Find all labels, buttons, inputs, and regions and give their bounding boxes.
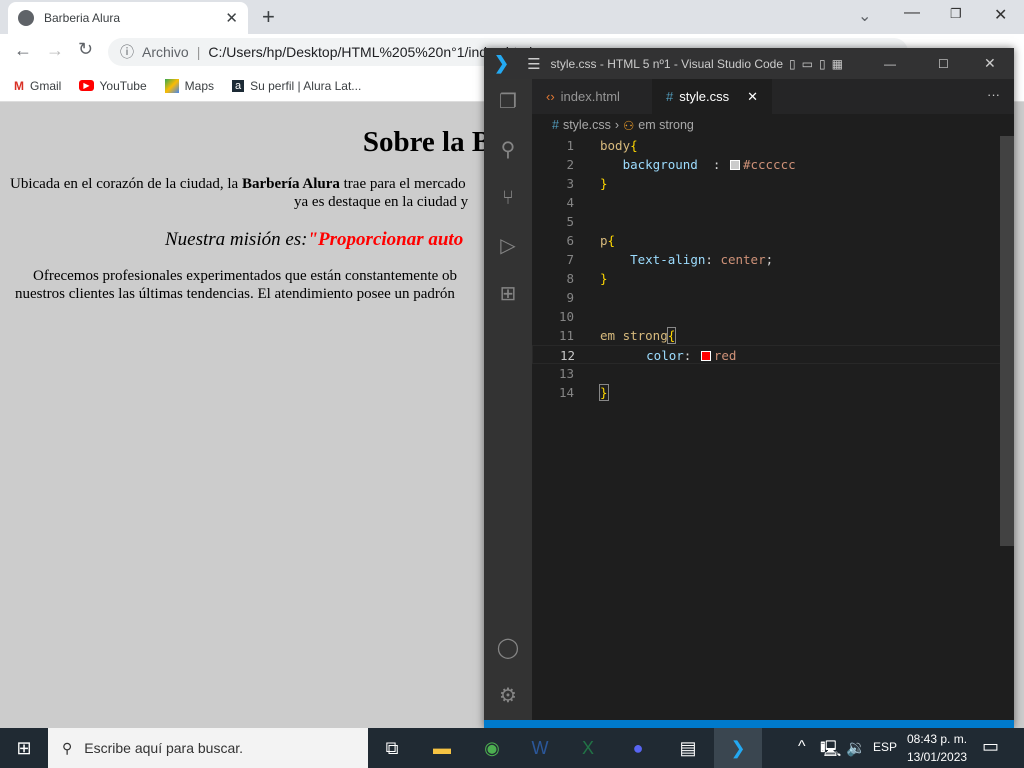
- close-window-button[interactable]: ✕: [994, 5, 1007, 25]
- chrome-icon[interactable]: ◉: [470, 728, 514, 768]
- text: trae para el mercado: [339, 176, 466, 192]
- word-icon[interactable]: W: [518, 728, 562, 768]
- scrollbar[interactable]: [1000, 136, 1014, 546]
- layout-icons[interactable]: ▯▭▯▦: [789, 57, 849, 71]
- text: Nuestra misión es:: [165, 229, 308, 250]
- maps-icon: [164, 78, 179, 93]
- close-button[interactable]: ✕: [984, 55, 996, 72]
- network-icon[interactable]: 🖳: [820, 738, 841, 765]
- breadcrumb: # style.css › ⚇ em strong: [532, 114, 1014, 136]
- tab-label: style.css: [679, 89, 730, 104]
- minimize-button[interactable]: —: [904, 4, 920, 22]
- minimize-button[interactable]: —: [884, 57, 896, 71]
- tab-title: Barberia Alura: [44, 11, 121, 25]
- youtube-icon: ▶: [79, 80, 94, 91]
- tab-label: index.html: [560, 89, 620, 104]
- html-file-icon: ‹›: [546, 89, 555, 104]
- text: Ofrecemos profesionales experimentados q…: [33, 268, 458, 284]
- tab-style-css[interactable]: # style.css ✕: [652, 79, 772, 114]
- more-actions-icon[interactable]: ···: [987, 87, 1000, 102]
- reload-icon[interactable]: ↻: [78, 39, 93, 60]
- close-tab-icon[interactable]: ✕: [747, 89, 758, 105]
- language-indicator[interactable]: ESP: [873, 740, 897, 754]
- file-explorer-icon[interactable]: ▬: [420, 728, 464, 768]
- search-icon: ⚲: [62, 739, 73, 756]
- text: nuestros clientes las últimas tendencias…: [15, 286, 455, 302]
- tray-chevron-icon[interactable]: ^: [798, 738, 806, 756]
- editor-tabs: ‹› index.html # style.css ✕ ···: [532, 79, 1014, 114]
- excel-icon[interactable]: X: [566, 728, 610, 768]
- globe-icon: [18, 10, 34, 26]
- cash-register-icon[interactable]: ▤: [666, 728, 710, 768]
- status-bar: [484, 720, 1014, 728]
- mission-text: "Proporcionar auto: [307, 229, 464, 250]
- windows-start-icon[interactable]: ⊞: [2, 728, 46, 768]
- bookmark-gmail[interactable]: M Gmail: [14, 79, 61, 93]
- address-prefix: Archivo: [142, 44, 189, 60]
- browser-tab[interactable]: Barberia Alura ✕: [8, 2, 248, 34]
- divider: |: [196, 44, 201, 60]
- vscode-logo-icon: ❯: [494, 53, 510, 73]
- forward-icon[interactable]: →: [46, 40, 64, 61]
- search-placeholder: Escribe aquí para buscar.: [84, 740, 244, 756]
- bookmark-label: YouTube: [99, 78, 147, 93]
- back-icon[interactable]: ←: [14, 40, 32, 61]
- bookmark-label: Gmail: [30, 78, 62, 93]
- breadcrumb-file[interactable]: style.css: [563, 118, 611, 132]
- breadcrumb-symbol[interactable]: em strong: [638, 118, 694, 132]
- menu-icon[interactable]: ☰: [527, 55, 540, 73]
- taskbar: ⊞ ⚲ Escribe aquí para buscar. ⧉ ▬ ◉ W X ●…: [0, 728, 1024, 768]
- code-editor[interactable]: 1 body{ 2 background : #cccccc 3} 4 5 6 p{…: [532, 136, 1014, 402]
- extensions-icon[interactable]: ⊞: [496, 282, 520, 306]
- settings-gear-icon[interactable]: ⚙: [496, 684, 520, 708]
- run-debug-icon[interactable]: ▷: [496, 234, 520, 258]
- maximize-button[interactable]: ❐: [950, 6, 962, 22]
- gmail-icon: M: [14, 78, 24, 93]
- brand-name: Barbería Alura: [241, 176, 340, 192]
- activity-bar: ❐ ⚲ ⑂ ▷ ⊞ ◯ ⚙: [484, 79, 532, 720]
- search-icon[interactable]: ⚲: [496, 138, 520, 162]
- tab-search-icon[interactable]: ⌄: [858, 6, 871, 26]
- tab-index-html[interactable]: ‹› index.html: [532, 79, 652, 114]
- discord-icon[interactable]: ●: [616, 728, 660, 768]
- vscode-titlebar: ❯ ☰ style.css - HTML 5 nº1 - Visual Stud…: [484, 48, 1014, 79]
- bookmark-maps[interactable]: Maps: [164, 78, 214, 93]
- clock-date[interactable]: 13/01/2023: [907, 750, 967, 764]
- chevron-right-icon: ›: [614, 118, 620, 132]
- explorer-icon[interactable]: ❐: [496, 90, 520, 114]
- task-view-icon[interactable]: ⧉: [370, 728, 414, 768]
- alura-icon: a: [232, 79, 245, 92]
- clock-time[interactable]: 08:43 p. m.: [907, 732, 967, 746]
- css-file-icon: #: [666, 89, 674, 104]
- symbol-icon: ⚇: [623, 118, 635, 133]
- css-file-icon: #: [552, 118, 559, 132]
- volume-icon[interactable]: 🔉: [846, 738, 866, 758]
- bookmark-alura[interactable]: a Su perfil | Alura Lat...: [232, 79, 361, 93]
- account-icon[interactable]: ◯: [496, 636, 520, 660]
- info-icon: ⓘ: [120, 44, 134, 60]
- taskbar-search[interactable]: ⚲ Escribe aquí para buscar.: [48, 728, 368, 768]
- browser-tab-strip: Barberia Alura ✕ + ⌄ — ❐ ✕: [0, 0, 1024, 34]
- bookmark-label: Maps: [184, 78, 214, 93]
- maximize-button[interactable]: ☐: [938, 57, 949, 71]
- text: Ubicada en el corazón de la ciudad, la: [10, 176, 242, 192]
- source-control-icon[interactable]: ⑂: [496, 186, 520, 210]
- vscode-window: ❯ ☰ style.css - HTML 5 nº1 - Visual Stud…: [484, 48, 1014, 728]
- notifications-icon[interactable]: ▭: [982, 736, 999, 757]
- bookmark-youtube[interactable]: ▶ YouTube: [79, 78, 147, 93]
- text: ya es destaque en la ciudad y: [294, 194, 469, 210]
- window-title: style.css - HTML 5 nº1 - Visual Studio C…: [550, 56, 784, 71]
- bookmark-label: Su perfil | Alura Lat...: [250, 78, 362, 93]
- new-tab-button[interactable]: +: [262, 4, 275, 30]
- vscode-taskbar-icon[interactable]: ❯: [714, 728, 762, 768]
- close-tab-icon[interactable]: ✕: [225, 9, 238, 27]
